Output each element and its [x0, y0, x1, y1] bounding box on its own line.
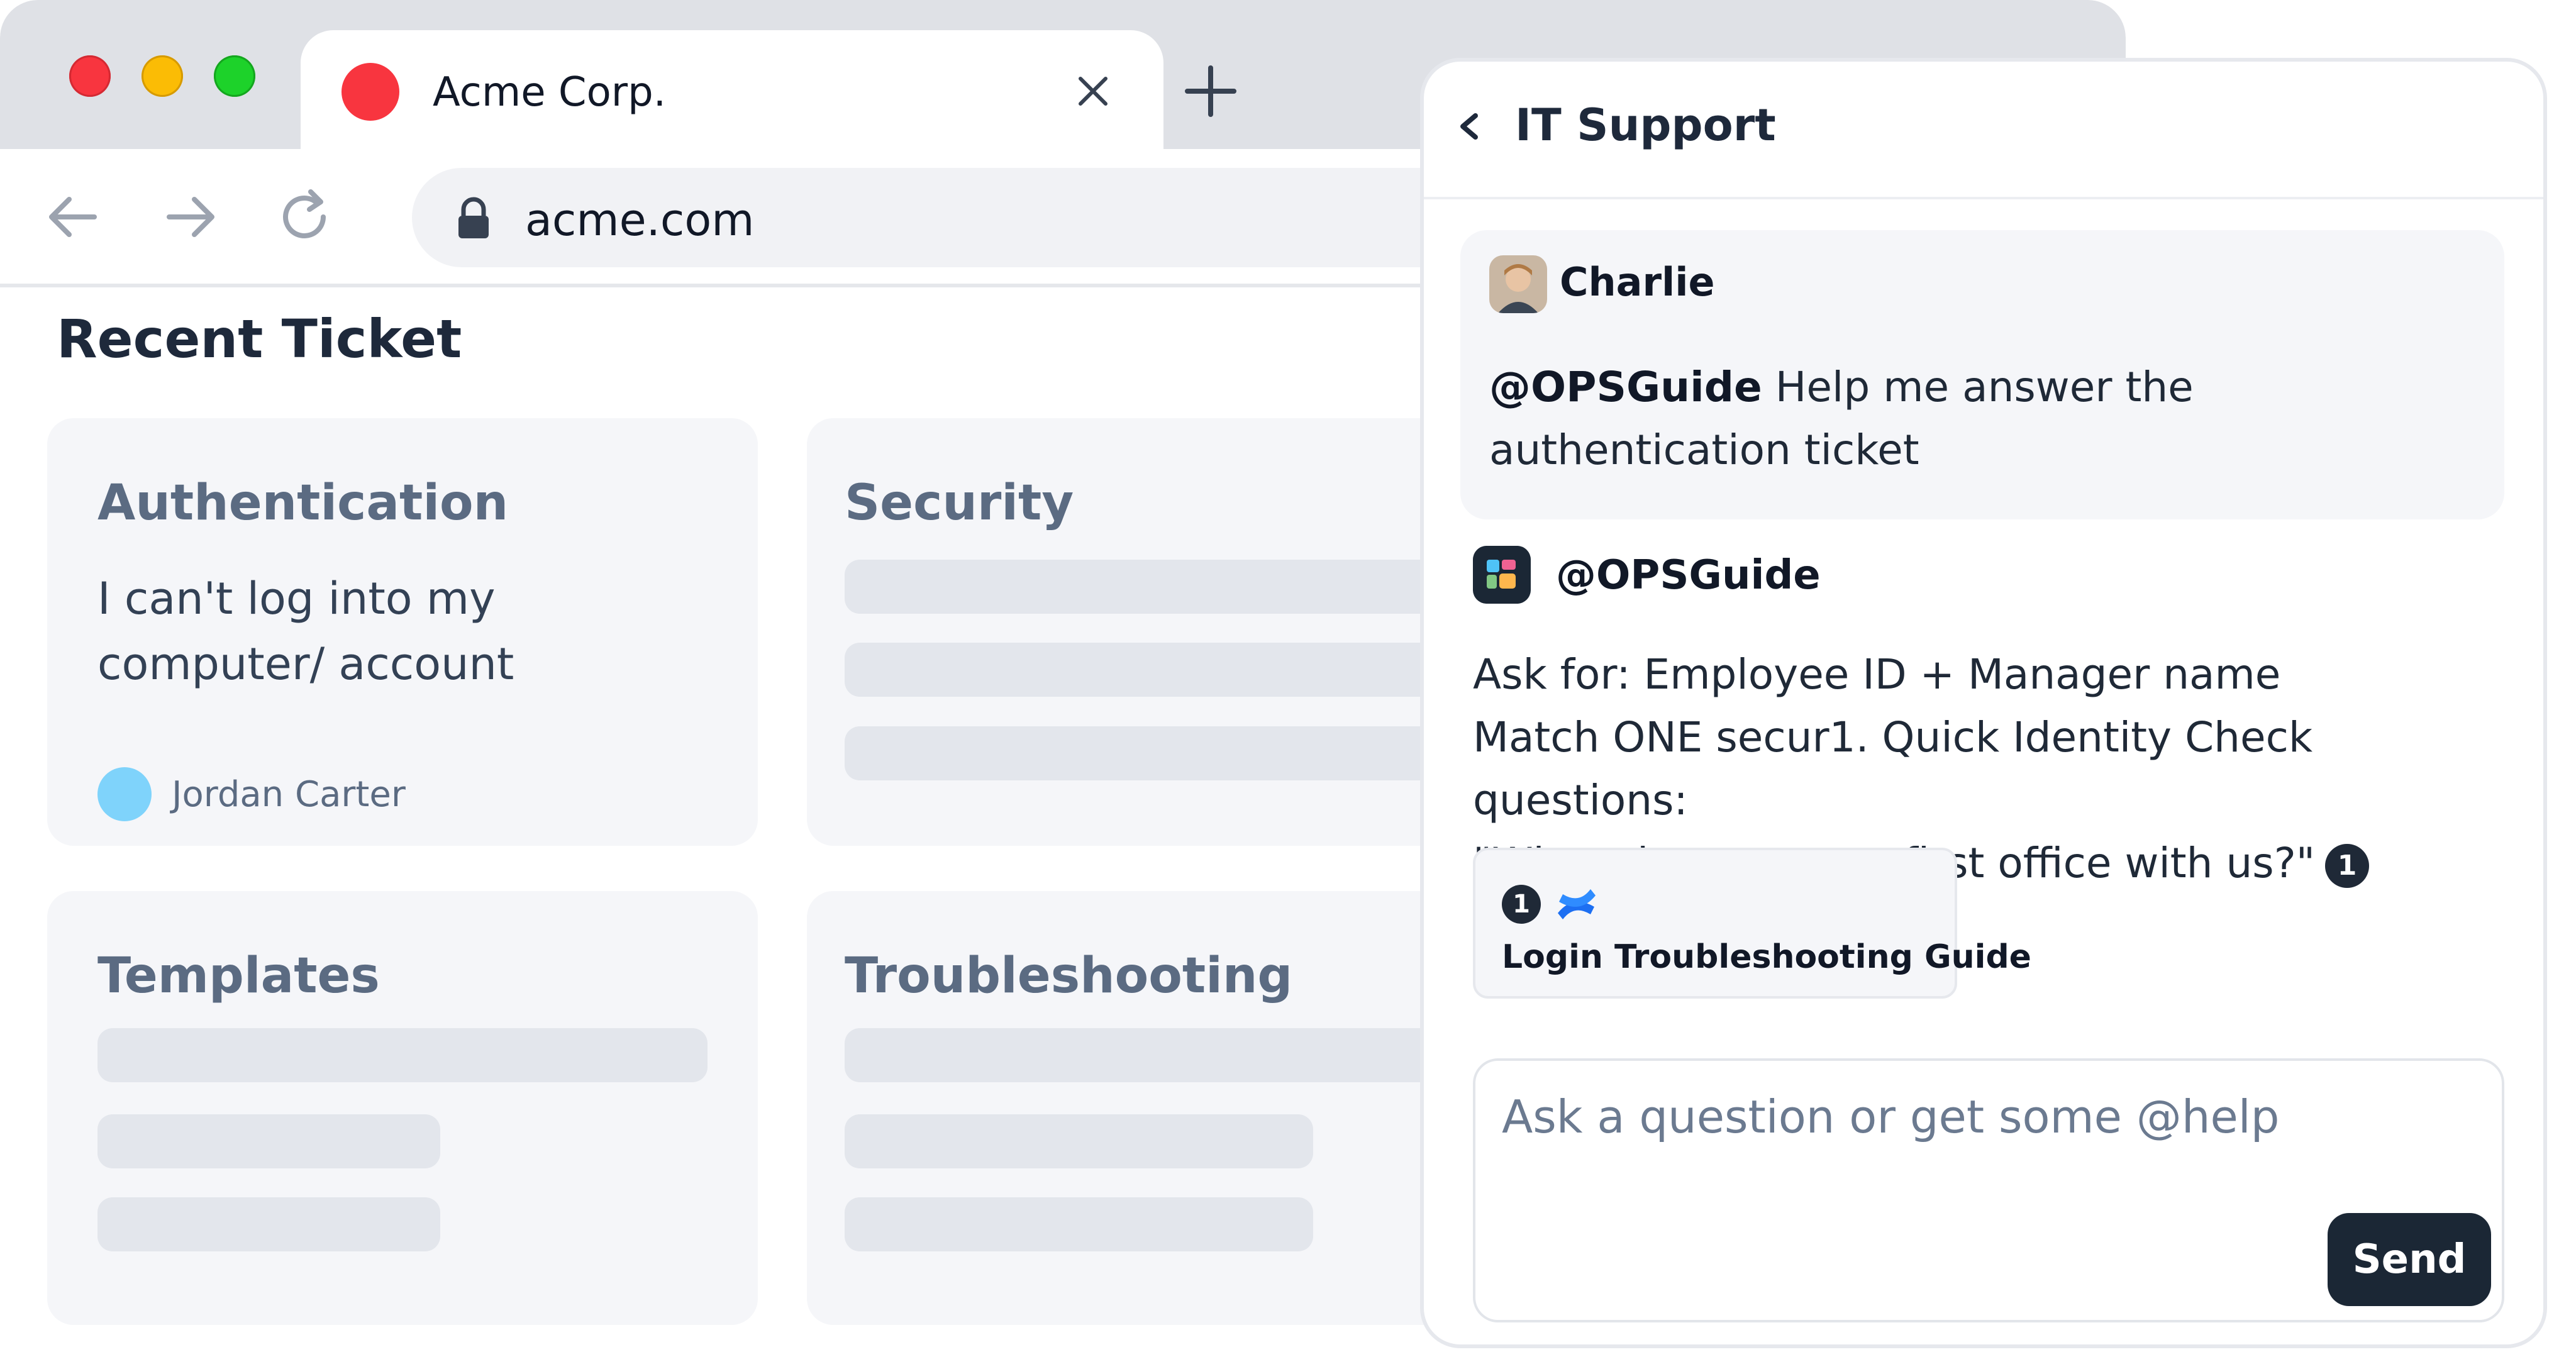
placeholder-line [845, 1028, 1474, 1082]
message-text: @OPSGuide Help me answer the authenticat… [1489, 356, 2477, 482]
chevron-left-icon[interactable] [1455, 111, 1483, 142]
user-message: Charlie @OPSGuide Help me answer the aut… [1460, 230, 2504, 519]
ticket-card-templates[interactable]: Templates [47, 891, 758, 1325]
ticket-card-troubleshooting[interactable]: Troubleshooting [807, 891, 1518, 1325]
plus-icon[interactable] [1182, 63, 1239, 119]
assignee-name: Jordan Carter [172, 773, 406, 815]
placeholder-line [845, 1197, 1313, 1251]
page-title: Recent Ticket [57, 308, 462, 370]
reload-icon[interactable] [274, 187, 335, 247]
mention[interactable]: @OPSGuide [1489, 363, 1762, 411]
placeholder-line [845, 1114, 1313, 1168]
window-close-button[interactable] [69, 55, 111, 97]
favicon-icon [341, 63, 399, 121]
placeholder-line [845, 560, 1474, 614]
confluence-icon [1558, 889, 1596, 919]
url-text: acme.com [525, 194, 755, 246]
chat-input[interactable] [1501, 1078, 2446, 1155]
close-icon[interactable] [1071, 69, 1115, 113]
source-title: Login Troubleshooting Guide [1502, 938, 2031, 976]
support-chat-panel: IT Support Charlie @OPSGuide Help me ans… [1420, 58, 2547, 1348]
source-card[interactable]: 1 Login Troubleshooting Guide [1473, 848, 2031, 999]
browser-tab[interactable]: Acme Corp. [301, 30, 1163, 149]
card-title: Security [845, 475, 1074, 531]
avatar [1489, 255, 1547, 313]
ticket-assignee: Jordan Carter [97, 767, 406, 821]
back-arrow-icon[interactable] [43, 187, 103, 247]
placeholder-line [97, 1197, 440, 1251]
bot-line: Ask for: Employee ID + Manager name [1473, 650, 2281, 699]
ticket-description: I can't log into my computer/ account [97, 573, 514, 690]
send-button[interactable]: Send [2328, 1213, 2491, 1306]
ticket-card-authentication[interactable]: Authentication I can't log into my compu… [47, 418, 758, 846]
lock-icon [458, 197, 489, 238]
chat-header: IT Support [1424, 62, 2543, 199]
bot-author: @OPSGuide [1556, 552, 1821, 599]
message-composer: Send [1473, 1058, 2504, 1322]
card-title: Templates [97, 948, 380, 1004]
chat-title: IT Support [1515, 99, 1776, 151]
placeholder-line [97, 1114, 440, 1168]
avatar [97, 767, 152, 821]
card-title: Authentication [97, 475, 509, 531]
bot-line: Match ONE secur1. Quick Identity Check q… [1473, 713, 2313, 824]
tab-title: Acme Corp. [433, 69, 667, 116]
placeholder-line [845, 643, 1474, 697]
message-author: Charlie [1560, 259, 1715, 305]
card-title: Troubleshooting [845, 948, 1293, 1004]
placeholder-line [845, 726, 1474, 780]
window-maximize-button[interactable] [214, 55, 255, 97]
ops-guide-icon [1473, 546, 1531, 604]
source-number: 1 [1502, 885, 1541, 924]
window-minimize-button[interactable] [142, 55, 183, 97]
forward-arrow-icon[interactable] [160, 187, 221, 247]
placeholder-line [97, 1028, 708, 1082]
ticket-card-security[interactable]: Security [807, 418, 1518, 846]
citation-badge[interactable]: 1 [2325, 843, 2370, 888]
